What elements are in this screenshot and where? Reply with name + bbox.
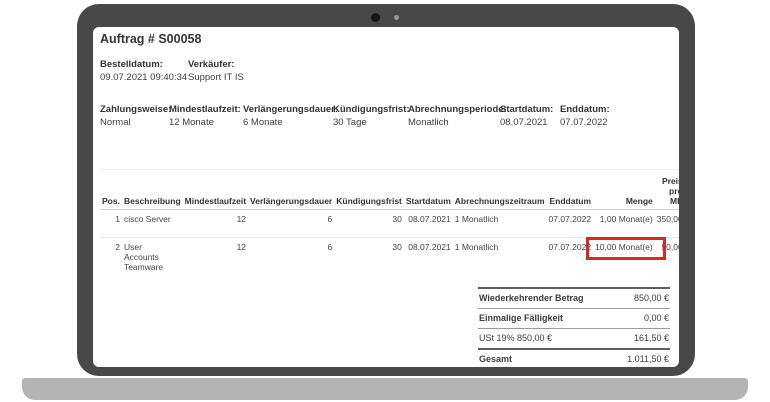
cell-kuendigungsfrist: 30 bbox=[334, 238, 404, 276]
cell-pos: 2 bbox=[100, 238, 122, 276]
summary-value: 850,00 € bbox=[634, 293, 669, 304]
summary-value: 161,50 € bbox=[634, 333, 669, 344]
field-label: Mindestlaufzeit: bbox=[169, 103, 243, 116]
field-value: 12 Monate bbox=[169, 116, 243, 129]
column-header-pos: Pos. bbox=[100, 170, 122, 210]
cell-beschreibung: User Accounts Teamware bbox=[122, 238, 183, 276]
field-value: 09.07.2021 09:40:34 bbox=[100, 71, 188, 84]
laptop-base bbox=[22, 378, 748, 400]
cell-verlaengerungsdauer: 6 bbox=[248, 238, 334, 276]
column-header-abrechnungszeitraum: Abrechnungszeitraum bbox=[453, 170, 547, 210]
table-row: 1 cisco Server 12 6 30 08.07.2021 1 Mona… bbox=[100, 210, 679, 238]
field-verkaeufer: Verkäufer: Support IT IS bbox=[188, 58, 244, 84]
cell-mindestlaufzeit: 12 bbox=[183, 238, 248, 276]
table-header-row: Pos. Beschreibung Mindestlaufzeit Verlän… bbox=[100, 170, 679, 210]
description-line: Teamware bbox=[124, 262, 181, 272]
summary-row-gesamt: Gesamt 1.011,50 € bbox=[478, 348, 670, 367]
field-abrechnungsperiode: Abrechnungsperiode: Monatlich bbox=[408, 103, 500, 129]
field-label: Enddatum: bbox=[560, 103, 610, 116]
field-label: Zahlungsweise: bbox=[100, 103, 169, 116]
summary-value: 1.011,50 € bbox=[627, 354, 669, 365]
cell-enddatum: 07.07.2022 bbox=[547, 238, 594, 276]
field-value: Support IT IS bbox=[188, 71, 244, 84]
cell-preis-pro-me: 350,00 bbox=[655, 210, 679, 238]
order-lines-table: Pos. Beschreibung Mindestlaufzeit Verlän… bbox=[100, 169, 679, 275]
webcam-icon bbox=[371, 13, 380, 22]
field-value: Normal bbox=[100, 116, 169, 129]
field-label: Verkäufer: bbox=[188, 58, 244, 71]
summary-label: Einmalige Fälligkeit bbox=[479, 313, 563, 324]
field-zahlungsweise: Zahlungsweise: Normal bbox=[100, 103, 169, 129]
summary-label: Gesamt bbox=[479, 354, 512, 365]
field-label: Startdatum: bbox=[500, 103, 560, 116]
field-value: 6 Monate bbox=[243, 116, 333, 129]
cell-startdatum: 08.07.2021 bbox=[404, 210, 453, 238]
order-document: Auftrag # S00058 Bestelldatum: 09.07.202… bbox=[93, 27, 679, 367]
laptop-frame: Auftrag # S00058 Bestelldatum: 09.07.202… bbox=[77, 4, 695, 376]
column-header-preis-pro-me: Preis pro ME bbox=[655, 170, 679, 210]
summary-value: 0,00 € bbox=[644, 313, 669, 324]
field-value: 07.07.2022 bbox=[560, 116, 610, 129]
cell-abrechnungszeitraum: 1 Monatlich bbox=[453, 238, 547, 276]
totals-summary: Wiederkehrender Betrag 850,00 € Einmalig… bbox=[478, 287, 670, 367]
field-bestelldatum: Bestelldatum: 09.07.2021 09:40:34 bbox=[100, 58, 188, 84]
field-kuendigungsfrist: Kündigungsfrist: 30 Tage bbox=[333, 103, 408, 129]
summary-row-wiederkehrender-betrag: Wiederkehrender Betrag 850,00 € bbox=[478, 287, 670, 308]
cell-menge-highlighted: 10,00 Monat(e) bbox=[593, 238, 655, 276]
page-title: Auftrag # S00058 bbox=[100, 31, 670, 47]
summary-row-ust: USt 19% 850,00 € 161,50 € bbox=[478, 328, 670, 348]
cell-verlaengerungsdauer: 6 bbox=[248, 210, 334, 238]
field-label: Verlängerungsdauer: bbox=[243, 103, 333, 116]
summary-label: Wiederkehrender Betrag bbox=[479, 293, 583, 304]
cell-menge: 1,00 Monat(e) bbox=[593, 210, 655, 238]
cell-kuendigungsfrist: 30 bbox=[334, 210, 404, 238]
field-value: 30 Tage bbox=[333, 116, 408, 129]
field-mindestlaufzeit: Mindestlaufzeit: 12 Monate bbox=[169, 103, 243, 129]
cell-preis-pro-me: 50,00 bbox=[655, 238, 679, 276]
menge-value: 10,00 bbox=[595, 242, 616, 252]
column-header-kuendigungsfrist: Kündigungsfrist bbox=[334, 170, 404, 210]
table-row: 2 User Accounts Teamware 12 6 30 08.07.2… bbox=[100, 238, 679, 276]
order-info-row-1: Bestelldatum: 09.07.2021 09:40:34 Verkäu… bbox=[100, 58, 670, 84]
field-startdatum: Startdatum: 08.07.2021 bbox=[500, 103, 560, 129]
description-line: cisco Server bbox=[124, 214, 181, 224]
cell-startdatum: 08.07.2021 bbox=[404, 238, 453, 276]
summary-row-einmalige-faelligkeit: Einmalige Fälligkeit 0,00 € bbox=[478, 308, 670, 328]
cell-pos: 1 bbox=[100, 210, 122, 238]
field-value: Monatlich bbox=[408, 116, 500, 129]
column-header-mindestlaufzeit: Mindestlaufzeit bbox=[183, 170, 248, 210]
menge-value: 1,00 bbox=[600, 214, 617, 224]
cell-mindestlaufzeit: 12 bbox=[183, 210, 248, 238]
field-enddatum: Enddatum: 07.07.2022 bbox=[560, 103, 610, 129]
webcam-led-icon bbox=[394, 15, 399, 20]
description-line: Accounts bbox=[124, 252, 181, 262]
cell-abrechnungszeitraum: 1 Monatlich bbox=[453, 210, 547, 238]
column-header-beschreibung: Beschreibung bbox=[122, 170, 183, 210]
page-background: Auftrag # S00058 Bestelldatum: 09.07.202… bbox=[0, 0, 770, 402]
cell-beschreibung: cisco Server bbox=[122, 210, 183, 238]
column-header-verlaengerungsdauer: Verlängerungsdauer bbox=[248, 170, 334, 210]
field-label: Abrechnungsperiode: bbox=[408, 103, 500, 116]
order-info-row-2: Zahlungsweise: Normal Mindestlaufzeit: 1… bbox=[100, 103, 670, 129]
column-header-enddatum: Enddatum bbox=[547, 170, 594, 210]
summary-label: USt 19% 850,00 € bbox=[479, 333, 552, 344]
field-label: Bestelldatum: bbox=[100, 58, 188, 71]
description-line: User bbox=[124, 242, 181, 252]
field-verlaengerungsdauer: Verlängerungsdauer: 6 Monate bbox=[243, 103, 333, 129]
column-header-startdatum: Startdatum bbox=[404, 170, 453, 210]
menge-einheit: Monat(e) bbox=[619, 214, 653, 224]
field-value: 08.07.2021 bbox=[500, 116, 560, 129]
column-header-menge: Menge bbox=[593, 170, 655, 210]
menge-einheit: Monat(e) bbox=[619, 242, 653, 252]
field-label: Kündigungsfrist: bbox=[333, 103, 408, 116]
laptop-screen: Auftrag # S00058 Bestelldatum: 09.07.202… bbox=[93, 27, 679, 367]
cell-enddatum: 07.07.2022 bbox=[547, 210, 594, 238]
